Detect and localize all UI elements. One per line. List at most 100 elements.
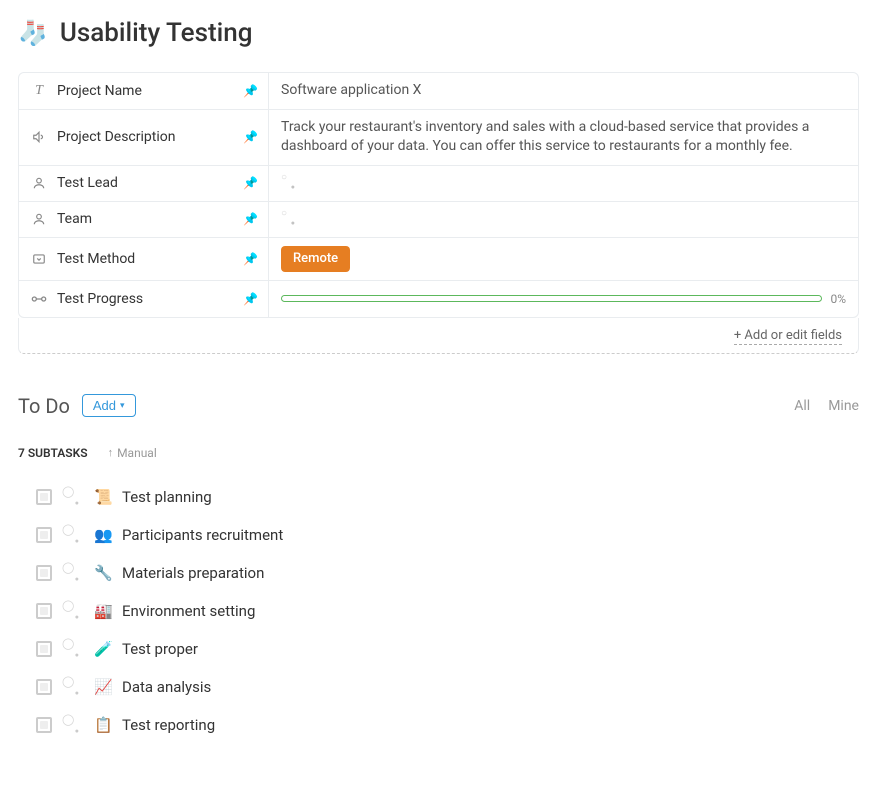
- field-row: Test Method 📌 Remote: [19, 238, 858, 281]
- task-item[interactable]: 📋 Test reporting: [18, 706, 859, 744]
- field-label[interactable]: Test Method 📌: [19, 238, 269, 280]
- task-item[interactable]: 👥 Participants recruitment: [18, 516, 859, 554]
- subtasks-count: 7 SUBTASKS: [18, 446, 88, 460]
- dropdown-icon: [31, 251, 47, 267]
- todo-header: To Do Add All Mine: [18, 394, 859, 418]
- task-emoji-icon: 🏭: [94, 602, 112, 620]
- page-header: 🧦 Usability Testing: [18, 18, 859, 48]
- task-checkbox[interactable]: [36, 565, 52, 581]
- assignee-icon[interactable]: [62, 565, 84, 581]
- assignee-icon[interactable]: [62, 527, 84, 543]
- field-value[interactable]: [269, 166, 858, 201]
- field-label-text: Test Lead: [57, 175, 118, 191]
- field-label[interactable]: Test Lead 📌: [19, 166, 269, 201]
- person-icon: [31, 211, 47, 227]
- page-emoji: 🧦: [18, 19, 48, 47]
- task-emoji-icon: 📋: [94, 716, 112, 734]
- todo-section: To Do Add All Mine 7 SUBTASKS ↑ Manual 📜…: [18, 394, 859, 744]
- pin-icon[interactable]: 📌: [243, 84, 258, 98]
- assignee-placeholder-icon[interactable]: [281, 175, 297, 191]
- task-emoji-icon: 📜: [94, 488, 112, 506]
- pin-icon[interactable]: 📌: [243, 176, 258, 190]
- add-fields-row: + Add or edit fields: [18, 318, 859, 354]
- field-label[interactable]: Test Progress 📌: [19, 281, 269, 317]
- field-label-text: Team: [57, 211, 92, 227]
- task-emoji-icon: 📈: [94, 678, 112, 696]
- field-value[interactable]: Remote: [269, 238, 858, 280]
- field-value-text: Software application X: [281, 81, 421, 101]
- assignee-icon[interactable]: [62, 641, 84, 657]
- filter-all[interactable]: All: [794, 398, 810, 414]
- task-item[interactable]: 🧪 Test proper: [18, 630, 859, 668]
- add-button-label: Add: [93, 398, 116, 413]
- task-item[interactable]: 📈 Data analysis: [18, 668, 859, 706]
- person-icon: [31, 175, 47, 191]
- pin-icon[interactable]: 📌: [243, 252, 258, 266]
- todo-title-group: To Do Add: [18, 394, 136, 418]
- task-item[interactable]: 🔧 Materials preparation: [18, 554, 859, 592]
- task-checkbox[interactable]: [36, 527, 52, 543]
- tag-badge[interactable]: Remote: [281, 246, 350, 272]
- field-label-text: Project Name: [57, 83, 142, 99]
- task-checkbox[interactable]: [36, 679, 52, 695]
- field-value[interactable]: [269, 202, 858, 237]
- task-name: Data analysis: [122, 678, 211, 696]
- task-checkbox[interactable]: [36, 489, 52, 505]
- task-name: Participants recruitment: [122, 526, 283, 544]
- add-task-button[interactable]: Add: [82, 394, 136, 417]
- field-value-text: Track your restaurant's inventory and sa…: [281, 118, 846, 157]
- pin-icon[interactable]: 📌: [243, 130, 258, 144]
- assignee-icon[interactable]: [62, 679, 84, 695]
- task-name: Test planning: [122, 488, 212, 506]
- field-row: Test Lead 📌: [19, 166, 858, 202]
- field-label-text: Project Description: [57, 129, 175, 145]
- assignee-placeholder-icon[interactable]: [281, 211, 297, 227]
- field-value[interactable]: 0%: [269, 281, 858, 317]
- field-label[interactable]: Team 📌: [19, 202, 269, 237]
- sort-option[interactable]: ↑ Manual: [108, 446, 157, 460]
- page-title: Usability Testing: [60, 18, 253, 48]
- task-name: Test reporting: [122, 716, 215, 734]
- field-row: Team 📌: [19, 202, 858, 238]
- field-label-text: Test Method: [57, 251, 135, 267]
- task-name: Materials preparation: [122, 564, 264, 582]
- speaker-icon: [31, 129, 47, 145]
- task-item[interactable]: 🏭 Environment setting: [18, 592, 859, 630]
- todo-title: To Do: [18, 394, 70, 418]
- T-icon: T: [31, 83, 47, 99]
- task-emoji-icon: 👥: [94, 526, 112, 544]
- task-name: Test proper: [122, 640, 198, 658]
- progress-container: 0%: [281, 291, 846, 308]
- field-value[interactable]: Track your restaurant's inventory and sa…: [269, 110, 858, 165]
- progress-icon: [31, 291, 47, 307]
- assignee-icon[interactable]: [62, 489, 84, 505]
- task-checkbox[interactable]: [36, 641, 52, 657]
- task-emoji-icon: 🔧: [94, 564, 112, 582]
- task-list: 📜 Test planning 👥 Participants recruitment 🔧…: [18, 478, 859, 744]
- field-value[interactable]: Software application X: [269, 73, 858, 109]
- task-item[interactable]: 📜 Test planning: [18, 478, 859, 516]
- field-row: Test Progress 📌 0%: [19, 281, 858, 317]
- task-name: Environment setting: [122, 602, 255, 620]
- sort-label: Manual: [117, 446, 157, 460]
- fields-table: T Project Name 📌 Software application X Proj…: [18, 72, 859, 318]
- todo-filters: All Mine: [794, 398, 859, 414]
- task-emoji-icon: 🧪: [94, 640, 112, 658]
- field-row: T Project Name 📌 Software application X: [19, 73, 858, 110]
- task-checkbox[interactable]: [36, 717, 52, 733]
- field-row: Project Description 📌 Track your restauran…: [19, 110, 858, 166]
- filter-mine[interactable]: Mine: [828, 398, 859, 414]
- progress-text: 0%: [830, 291, 846, 308]
- field-label[interactable]: Project Description 📌: [19, 110, 269, 165]
- pin-icon[interactable]: 📌: [243, 292, 258, 306]
- task-checkbox[interactable]: [36, 603, 52, 619]
- assignee-icon[interactable]: [62, 603, 84, 619]
- field-label-text: Test Progress: [57, 291, 143, 307]
- arrow-up-icon: ↑: [108, 446, 114, 459]
- assignee-icon[interactable]: [62, 717, 84, 733]
- pin-icon[interactable]: 📌: [243, 212, 258, 226]
- field-label[interactable]: T Project Name 📌: [19, 73, 269, 109]
- add-fields-link[interactable]: + Add or edit fields: [734, 328, 842, 345]
- subtasks-header: 7 SUBTASKS ↑ Manual: [18, 446, 859, 460]
- progress-bar: [281, 295, 822, 302]
